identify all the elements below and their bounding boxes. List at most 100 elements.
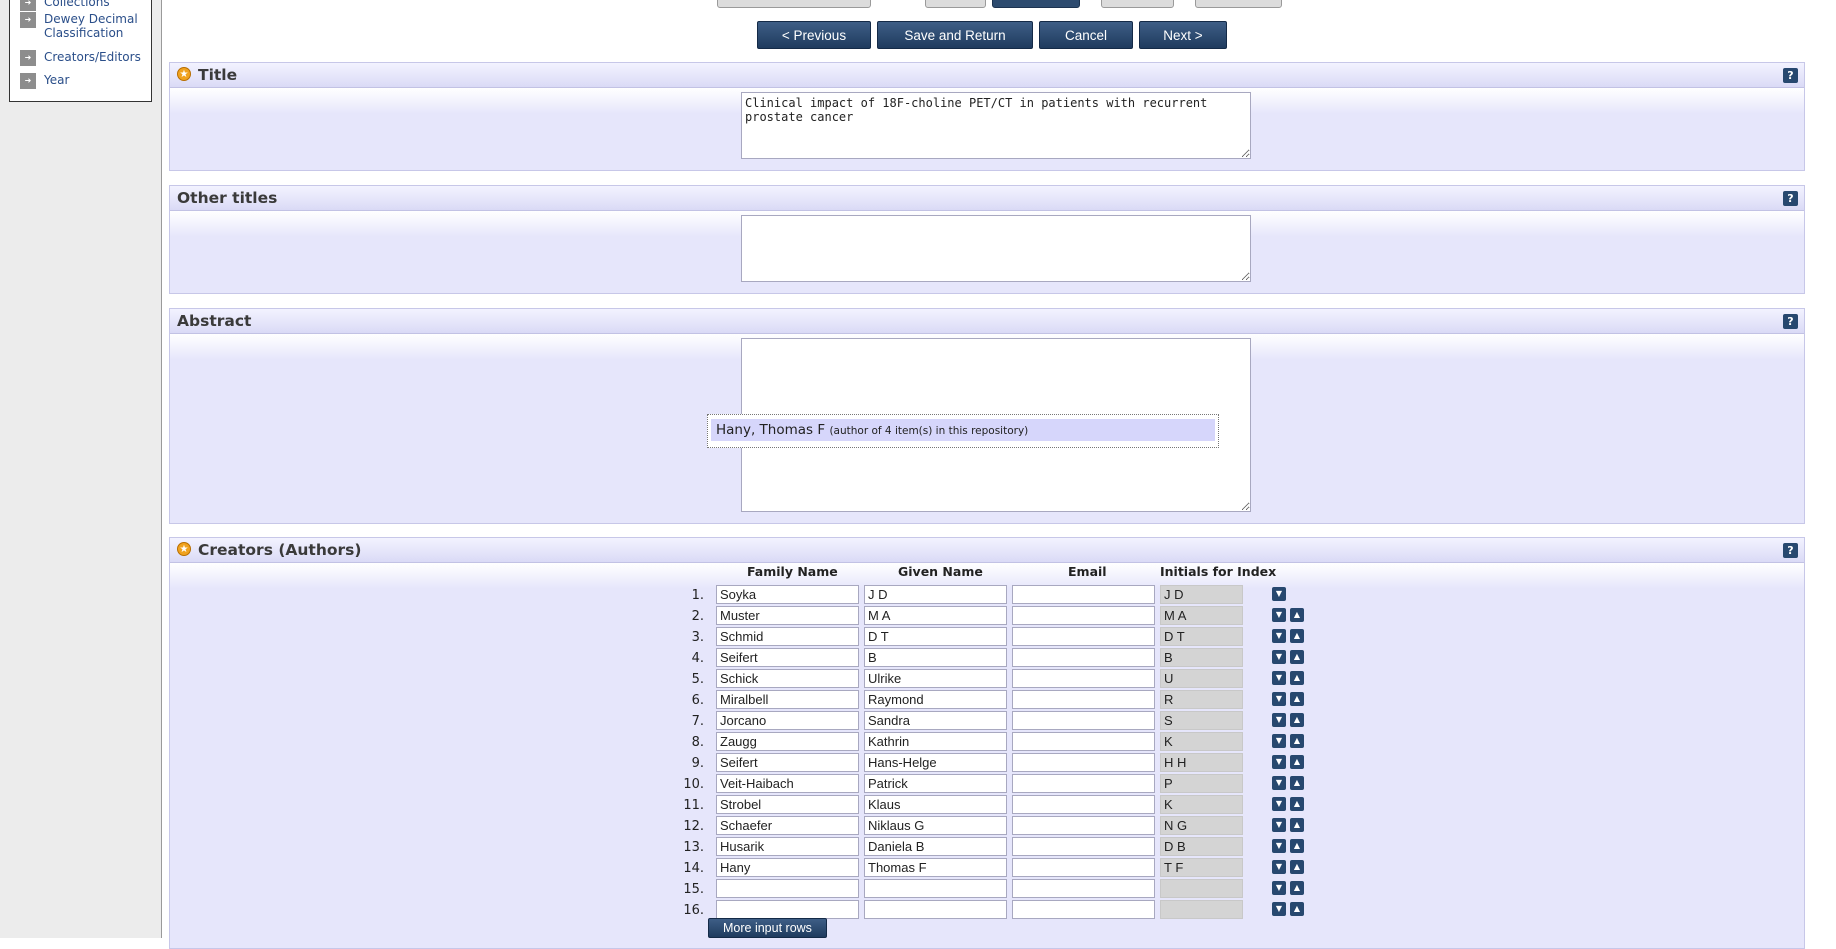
email-input[interactable] <box>1012 732 1155 751</box>
initials-input[interactable] <box>1160 585 1243 604</box>
move-down-icon[interactable]: ▼ <box>1272 587 1286 601</box>
initials-input[interactable] <box>1160 690 1243 709</box>
given-name-input[interactable] <box>864 690 1007 709</box>
family-name-input[interactable] <box>716 816 859 835</box>
given-name-input[interactable] <box>864 627 1007 646</box>
initials-input[interactable] <box>1160 627 1243 646</box>
given-name-input[interactable] <box>864 711 1007 730</box>
move-up-icon[interactable]: ▲ <box>1290 881 1304 895</box>
family-name-input[interactable] <box>716 690 859 709</box>
move-down-icon[interactable]: ▼ <box>1272 629 1286 643</box>
next-button[interactable]: Next > <box>1139 21 1227 49</box>
family-name-input[interactable] <box>716 627 859 646</box>
move-up-icon[interactable]: ▲ <box>1290 650 1304 664</box>
move-down-icon[interactable]: ▼ <box>1272 797 1286 811</box>
more-input-rows-button[interactable]: More input rows <box>708 918 827 938</box>
given-name-input[interactable] <box>864 753 1007 772</box>
move-up-icon[interactable]: ▲ <box>1290 860 1304 874</box>
given-name-input[interactable] <box>864 585 1007 604</box>
email-input[interactable] <box>1012 690 1155 709</box>
family-name-input[interactable] <box>716 606 859 625</box>
move-down-icon[interactable]: ▼ <box>1272 692 1286 706</box>
initials-input[interactable] <box>1160 795 1243 814</box>
family-name-input[interactable] <box>716 795 859 814</box>
family-name-input[interactable] <box>716 648 859 667</box>
given-name-input[interactable] <box>864 816 1007 835</box>
workflow-stage-tab-active[interactable] <box>992 0 1080 8</box>
save-and-return-button[interactable]: Save and Return <box>877 21 1033 49</box>
move-down-icon[interactable]: ▼ <box>1272 881 1286 895</box>
given-name-input[interactable] <box>864 606 1007 625</box>
given-name-input[interactable] <box>864 774 1007 793</box>
sidebar-item-creators-editors[interactable]: ➜ Creators/Editors <box>20 50 141 66</box>
email-input[interactable] <box>1012 648 1155 667</box>
workflow-stage-tab[interactable] <box>1101 0 1174 8</box>
email-input[interactable] <box>1012 774 1155 793</box>
move-down-icon[interactable]: ▼ <box>1272 839 1286 853</box>
email-input[interactable] <box>1012 837 1155 856</box>
move-down-icon[interactable]: ▼ <box>1272 650 1286 664</box>
family-name-input[interactable] <box>716 879 859 898</box>
sidebar-item-label[interactable]: Dewey Decimal Classification <box>44 12 144 40</box>
move-down-icon[interactable]: ▼ <box>1272 818 1286 832</box>
autocomplete-suggestion[interactable]: Hany, Thomas F (author of 4 item(s) in t… <box>711 419 1215 441</box>
sidebar-item-label[interactable]: Collections <box>44 0 110 9</box>
help-icon[interactable]: ? <box>1783 314 1798 329</box>
initials-input[interactable] <box>1160 837 1243 856</box>
initials-input[interactable] <box>1160 879 1243 898</box>
email-input[interactable] <box>1012 606 1155 625</box>
move-up-icon[interactable]: ▲ <box>1290 692 1304 706</box>
given-name-input[interactable] <box>864 669 1007 688</box>
help-icon[interactable]: ? <box>1783 191 1798 206</box>
given-name-input[interactable] <box>864 648 1007 667</box>
move-up-icon[interactable]: ▲ <box>1290 902 1304 916</box>
given-name-input[interactable] <box>864 837 1007 856</box>
initials-input[interactable] <box>1160 753 1243 772</box>
email-input[interactable] <box>1012 627 1155 646</box>
initials-input[interactable] <box>1160 816 1243 835</box>
previous-button[interactable]: < Previous <box>757 21 871 49</box>
initials-input[interactable] <box>1160 732 1243 751</box>
email-input[interactable] <box>1012 585 1155 604</box>
sidebar-item-dewey[interactable]: ➜ Dewey Decimal Classification <box>20 12 144 40</box>
given-name-input[interactable] <box>864 858 1007 877</box>
move-down-icon[interactable]: ▼ <box>1272 713 1286 727</box>
move-down-icon[interactable]: ▼ <box>1272 860 1286 874</box>
move-up-icon[interactable]: ▲ <box>1290 734 1304 748</box>
email-input[interactable] <box>1012 711 1155 730</box>
sidebar-item-collections[interactable]: ➜ Collections <box>20 0 110 11</box>
move-up-icon[interactable]: ▲ <box>1290 839 1304 853</box>
family-name-input[interactable] <box>716 669 859 688</box>
given-name-input[interactable] <box>864 732 1007 751</box>
move-up-icon[interactable]: ▲ <box>1290 608 1304 622</box>
email-input[interactable] <box>1012 816 1155 835</box>
family-name-input[interactable] <box>716 732 859 751</box>
workflow-stage-tab[interactable] <box>1195 0 1282 8</box>
help-icon[interactable]: ? <box>1783 543 1798 558</box>
move-up-icon[interactable]: ▲ <box>1290 629 1304 643</box>
move-down-icon[interactable]: ▼ <box>1272 671 1286 685</box>
move-up-icon[interactable]: ▲ <box>1290 797 1304 811</box>
move-up-icon[interactable]: ▲ <box>1290 713 1304 727</box>
move-down-icon[interactable]: ▼ <box>1272 776 1286 790</box>
title-textarea[interactable] <box>741 92 1251 159</box>
email-input[interactable] <box>1012 753 1155 772</box>
initials-input[interactable] <box>1160 711 1243 730</box>
initials-input[interactable] <box>1160 774 1243 793</box>
workflow-stage-tab[interactable] <box>717 0 871 8</box>
move-up-icon[interactable]: ▲ <box>1290 818 1304 832</box>
cancel-button[interactable]: Cancel <box>1039 21 1133 49</box>
family-name-input[interactable] <box>716 774 859 793</box>
family-name-input[interactable] <box>716 585 859 604</box>
family-name-input[interactable] <box>716 711 859 730</box>
initials-input[interactable] <box>1160 900 1243 919</box>
email-input[interactable] <box>1012 669 1155 688</box>
initials-input[interactable] <box>1160 648 1243 667</box>
sidebar-item-label[interactable]: Creators/Editors <box>44 50 141 64</box>
sidebar-item-year[interactable]: ➜ Year <box>20 73 69 89</box>
given-name-input[interactable] <box>864 900 1007 919</box>
initials-input[interactable] <box>1160 606 1243 625</box>
email-input[interactable] <box>1012 858 1155 877</box>
family-name-input[interactable] <box>716 858 859 877</box>
other-titles-textarea[interactable] <box>741 215 1251 282</box>
